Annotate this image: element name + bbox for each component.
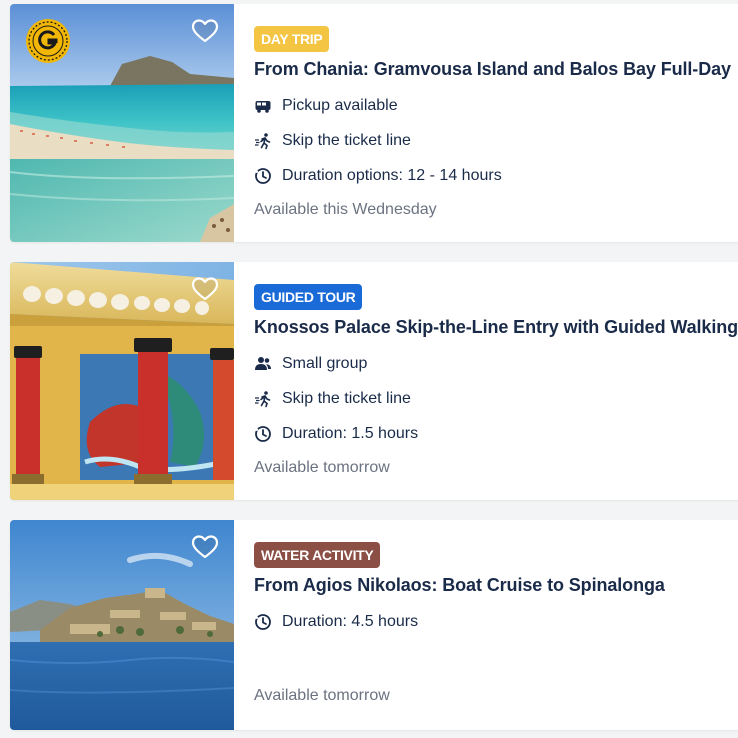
- category-tag: DAY TRIP: [254, 26, 330, 52]
- listing-image-knossos[interactable]: [10, 262, 234, 500]
- feature-duration: Duration options: 12 - 14 hours: [254, 166, 502, 186]
- listing-card[interactable]: WATER ACTIVITY From Agios Nikolaos: Boat…: [10, 520, 738, 730]
- listing-title[interactable]: From Agios Nikolaos: Boat Cruise to Spin…: [254, 575, 738, 596]
- heart-icon: [191, 19, 219, 43]
- group-icon: [254, 355, 272, 373]
- heart-icon: [191, 277, 219, 301]
- category-tag: WATER ACTIVITY: [254, 542, 381, 568]
- listing-title[interactable]: From Chania: Gramvousa Island and Balos …: [254, 59, 738, 80]
- skip-line-icon: [254, 390, 272, 408]
- availability-text: Available this Wednesday: [254, 201, 437, 218]
- feature-label: Skip the ticket line: [282, 132, 411, 149]
- feature-pickup: Pickup available: [254, 96, 398, 116]
- availability-text: Available tomorrow: [254, 459, 390, 476]
- feature-duration: Duration: 1.5 hours: [254, 424, 418, 444]
- listing-card[interactable]: GUIDED TOUR Knossos Palace Skip-the-Line…: [10, 262, 738, 500]
- category-tag: GUIDED TOUR: [254, 284, 363, 310]
- wishlist-heart-button[interactable]: [191, 534, 219, 560]
- listing-image-spinalonga[interactable]: [10, 520, 234, 730]
- feature-label: Small group: [282, 355, 368, 372]
- heart-icon: [191, 535, 219, 559]
- listing-title[interactable]: Knossos Palace Skip-the-Line Entry with …: [254, 317, 738, 338]
- skip-line-icon: [254, 132, 272, 150]
- feature-label: Duration: 1.5 hours: [282, 425, 419, 442]
- availability-text: Available tomorrow: [254, 687, 390, 704]
- wishlist-heart-button[interactable]: [191, 18, 219, 44]
- g-logo-icon: [26, 19, 70, 63]
- clock-icon: [254, 167, 272, 185]
- feature-duration: Duration: 4.5 hours: [254, 612, 418, 632]
- feature-skip-line: Skip the ticket line: [254, 389, 411, 409]
- feature-label: Pickup available: [282, 97, 398, 114]
- feature-label: Duration: 4.5 hours: [282, 613, 419, 630]
- feature-label: Skip the ticket line: [282, 390, 411, 407]
- wishlist-heart-button[interactable]: [191, 276, 219, 302]
- bus-icon: [254, 97, 272, 115]
- listing-image-balos-bay[interactable]: [10, 4, 234, 242]
- feature-skip-line: Skip the ticket line: [254, 131, 411, 151]
- listing-card[interactable]: DAY TRIP From Chania: Gramvousa Island a…: [10, 4, 738, 242]
- clock-icon: [254, 613, 272, 631]
- feature-small-group: Small group: [254, 354, 367, 374]
- getyourguide-badge: [25, 18, 71, 64]
- feature-label: Duration options: 12 - 14 hours: [282, 167, 502, 184]
- clock-icon: [254, 425, 272, 443]
